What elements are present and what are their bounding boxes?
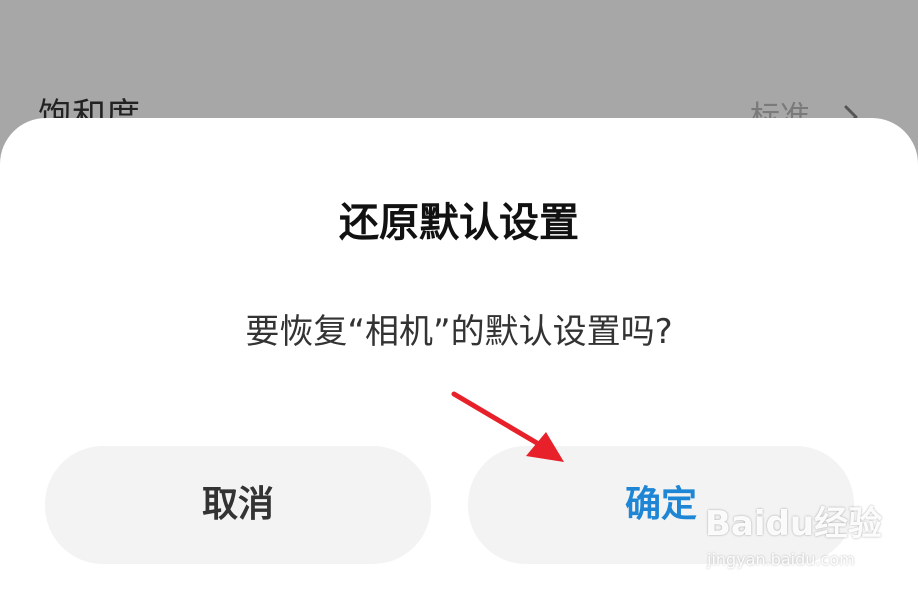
dialog-title: 还原默认设置 [339,200,579,246]
baidu-watermark: Baidu经验 jingyan.baidu.com [705,490,905,580]
watermark-url: jingyan.baidu.com [707,550,855,569]
dialog-message: 要恢复“相机”的默认设置吗? [245,312,673,352]
red-arrow-icon [451,391,564,462]
cancel-button[interactable]: 取消 [45,446,431,564]
screen: 饱和度 标准 还原默认设置 要恢复“相机”的默认设置吗? 取消 确定 Baidu… [0,0,918,598]
watermark-brand: Baidu经验 [705,504,883,544]
